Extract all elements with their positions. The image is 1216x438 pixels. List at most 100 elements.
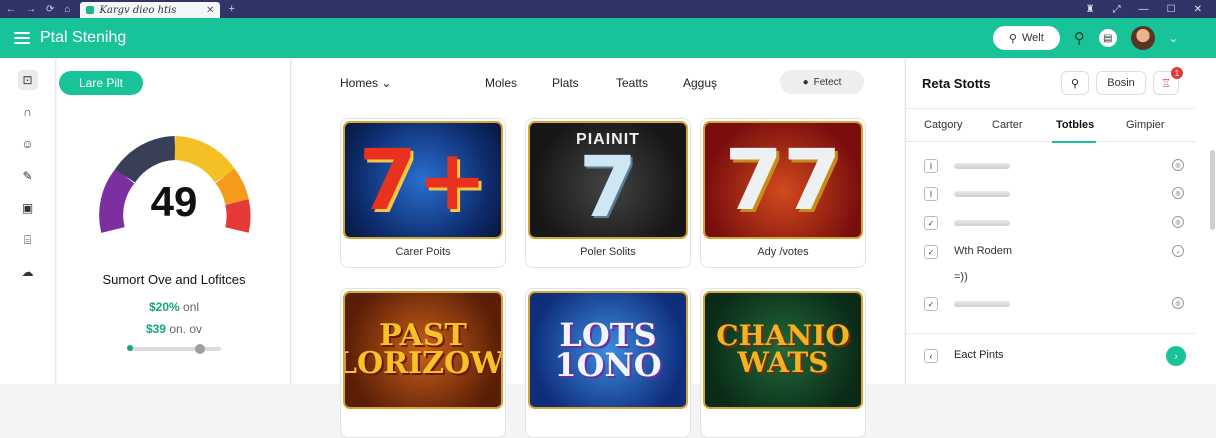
game-caption: Poler Solits bbox=[580, 246, 636, 258]
pen-icon[interactable]: ✎ bbox=[18, 166, 38, 186]
gamepad-icon[interactable]: ▣ bbox=[18, 198, 38, 218]
nav-aggus[interactable]: Agguş bbox=[683, 76, 717, 90]
cart-icon[interactable]: ♖ 1 bbox=[1153, 67, 1183, 95]
art-text: CHANIO WATS bbox=[716, 319, 850, 379]
share-icon[interactable]: ⤢ bbox=[1113, 4, 1121, 15]
art-subtitle: PIAINIT bbox=[576, 131, 640, 148]
back-chevron-icon[interactable]: ‹ bbox=[924, 349, 938, 363]
list-item: ✓ ◎ bbox=[924, 294, 1184, 314]
bosin-button[interactable]: Bosin bbox=[1096, 71, 1146, 95]
profile-icon[interactable]: ⊡ bbox=[17, 70, 38, 90]
search-icon[interactable]: ⚲ bbox=[1074, 29, 1085, 47]
reload-icon[interactable]: ⟳ bbox=[46, 4, 54, 15]
checkbox[interactable]: ✓ bbox=[924, 216, 938, 230]
game-art: CHANIO WATS bbox=[703, 291, 863, 409]
tab-close-icon[interactable]: ✕ bbox=[206, 5, 214, 16]
list-item: ✓ Wth Rodem ⌄ bbox=[924, 242, 1184, 262]
placeholder-bar bbox=[954, 301, 1010, 307]
wallet-button[interactable]: ⚲ Welt bbox=[992, 26, 1060, 50]
radio-button[interactable]: ◎ bbox=[1172, 159, 1184, 171]
cloud-icon[interactable]: ☁ bbox=[18, 262, 38, 282]
extension-icon[interactable]: ♜ bbox=[1086, 4, 1095, 15]
list-item: I ◎ bbox=[924, 184, 1184, 204]
chat-icon: ● bbox=[802, 76, 809, 88]
chevron-down-icon: ⌄ bbox=[381, 76, 392, 90]
forward-icon[interactable]: → bbox=[26, 4, 36, 15]
stat-secondary-suffix: on. ov bbox=[169, 322, 203, 336]
back-icon[interactable]: ← bbox=[6, 4, 16, 15]
nav-teatts[interactable]: Teatts bbox=[616, 76, 648, 90]
maximize-icon[interactable]: ☐ bbox=[1167, 4, 1176, 15]
divider bbox=[906, 333, 1196, 334]
game-caption: Ady /votes bbox=[757, 246, 809, 258]
nav-moles[interactable]: Moles bbox=[485, 76, 517, 90]
palette-icon[interactable]: ☺ bbox=[18, 134, 38, 154]
app-header: Ptal Stenihg ⚲ Welt ⚲ ▤ ⌄ bbox=[0, 18, 1216, 58]
game-card[interactable]: CHANIO WATS bbox=[700, 288, 866, 438]
lare-pilt-button[interactable]: Lare Pilt bbox=[59, 71, 143, 95]
stat-secondary: $39 on. ov bbox=[57, 322, 291, 336]
avatar[interactable] bbox=[1130, 26, 1155, 50]
radio-button[interactable]: ◎ bbox=[1172, 187, 1184, 199]
wallet-label: Welt bbox=[1021, 32, 1044, 44]
checkbox[interactable]: ✓ bbox=[924, 297, 938, 311]
icon-rail: ⊡ ∩ ☺ ✎ ▣ ⌸ ☁ bbox=[0, 58, 56, 384]
slider-start-dot bbox=[127, 345, 133, 351]
row-label: Wth Rodem bbox=[954, 245, 1013, 257]
menu-icon[interactable] bbox=[14, 32, 30, 44]
game-art: 77 bbox=[703, 121, 863, 239]
game-card[interactable]: PIAINIT 7 Poler Solits bbox=[525, 118, 691, 268]
close-icon[interactable]: ✕ bbox=[1194, 4, 1202, 15]
home-icon[interactable]: ⌂ bbox=[64, 4, 70, 15]
minimize-icon[interactable]: — bbox=[1139, 4, 1149, 15]
radio-button[interactable]: ⌄ bbox=[1172, 245, 1184, 257]
slider-thumb[interactable] bbox=[194, 344, 205, 354]
footer-label: Eact Pints bbox=[954, 349, 1004, 361]
chevron-down-icon[interactable]: ⌄ bbox=[1169, 32, 1178, 45]
next-arrow-icon[interactable]: › bbox=[1166, 346, 1186, 366]
nav-plats[interactable]: Plats bbox=[552, 76, 579, 90]
header-actions: ⚲ Welt ⚲ ▤ ⌄ bbox=[992, 26, 1216, 50]
headset-icon[interactable]: ∩ bbox=[18, 102, 38, 122]
checkbox[interactable]: I bbox=[924, 187, 938, 201]
art-text: LOTS 1ONO bbox=[554, 315, 662, 384]
tab-totbles[interactable]: Totbles bbox=[1056, 119, 1094, 131]
nav-homes[interactable]: Homes ⌄ bbox=[340, 76, 391, 90]
stat-secondary-value: $39 bbox=[145, 322, 166, 336]
range-slider[interactable] bbox=[127, 344, 221, 354]
game-card[interactable]: 7+ Carer Poits bbox=[340, 118, 506, 268]
active-tab-indicator bbox=[1052, 141, 1096, 143]
stat-primary: $20% onl bbox=[57, 300, 291, 314]
list-item: I ◎ bbox=[924, 156, 1184, 176]
stat-primary-value: $20% bbox=[148, 300, 180, 314]
store-icon[interactable]: ⌸ bbox=[18, 230, 38, 250]
game-art: LOTS 1ONO bbox=[528, 291, 688, 409]
row-note: =)) bbox=[954, 271, 968, 283]
gauge-value: 49 bbox=[150, 178, 198, 225]
window-controls: ♜ ⤢ — ☐ ✕ bbox=[1086, 4, 1216, 15]
browser-tab[interactable]: Kargv dieo htis ✕ bbox=[80, 2, 221, 18]
tab-catgory[interactable]: Catgory bbox=[924, 119, 963, 131]
search-icon[interactable]: ⚲ bbox=[1061, 71, 1089, 95]
game-art: PAST LLORIZOWN bbox=[343, 291, 503, 409]
placeholder-bar bbox=[954, 220, 1010, 226]
game-art: 7+ bbox=[343, 121, 503, 239]
browser-chrome: ← → ⟳ ⌂ Kargv dieo htis ✕ + ♜ ⤢ — ☐ ✕ bbox=[0, 0, 1216, 18]
art-text: 77 bbox=[724, 131, 842, 229]
tab-gimpier[interactable]: Gimpier bbox=[1126, 119, 1165, 131]
featured-button[interactable]: ● Fetect bbox=[780, 70, 864, 94]
checkbox[interactable]: I bbox=[924, 159, 938, 173]
game-card[interactable]: PAST LLORIZOWN bbox=[340, 288, 506, 438]
wallet-icon: ⚲ bbox=[1008, 32, 1017, 45]
document-icon[interactable]: ▤ bbox=[1098, 29, 1117, 47]
scrollbar[interactable] bbox=[1210, 150, 1215, 230]
game-caption: Carer Poits bbox=[395, 246, 451, 258]
game-card[interactable]: 77 Ady /votes bbox=[700, 118, 866, 268]
tab-carter[interactable]: Carter bbox=[992, 119, 1023, 131]
placeholder-bar bbox=[954, 191, 1010, 197]
radio-button[interactable]: ◎ bbox=[1172, 216, 1184, 228]
checkbox[interactable]: ✓ bbox=[924, 245, 938, 259]
new-tab-icon[interactable]: + bbox=[228, 3, 234, 15]
game-card[interactable]: LOTS 1ONO bbox=[525, 288, 691, 438]
radio-button[interactable]: ◎ bbox=[1172, 297, 1184, 309]
